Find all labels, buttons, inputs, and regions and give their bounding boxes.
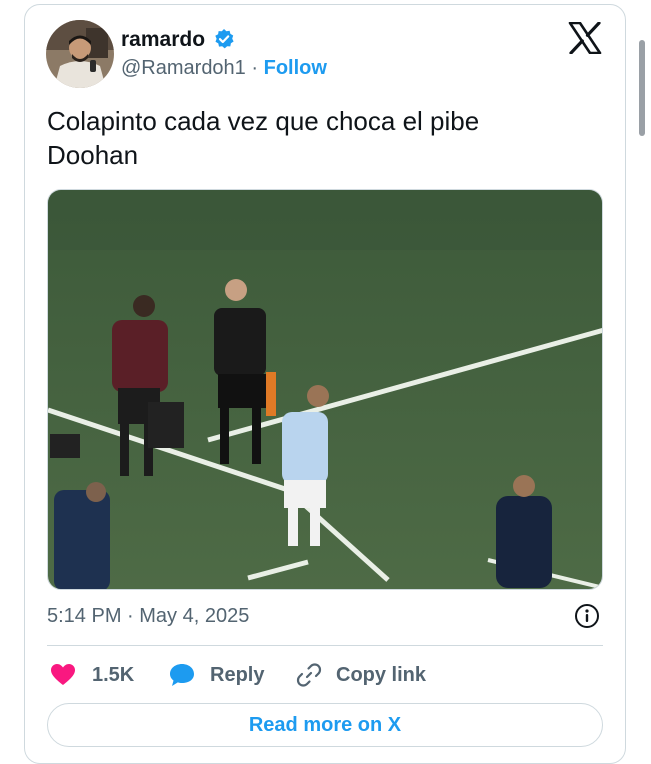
like-count: 1.5K (92, 663, 135, 686)
tweet-text-line: Doohan (47, 140, 139, 170)
author-handle[interactable]: @Ramardoh1 (121, 57, 246, 79)
x-logo-icon[interactable] (568, 22, 602, 54)
info-icon[interactable] (574, 603, 600, 629)
divider (47, 645, 603, 646)
speech-bubble-icon (170, 664, 194, 686)
avatar[interactable] (46, 20, 114, 88)
scrollbar[interactable] (639, 40, 645, 136)
reply-button[interactable]: Reply (168, 660, 264, 690)
like-button[interactable]: 1.5K (50, 660, 134, 690)
verified-badge-icon (215, 29, 234, 49)
tweet-timestamp[interactable]: 5:14 PM · May 4, 2025 (47, 604, 249, 628)
reply-label: Reply (210, 663, 265, 686)
link-icon (296, 663, 322, 687)
author-handle-line: @Ramardoh1 · Follow (121, 56, 327, 80)
tweet-text-line: Colapinto cada vez que choca el pibe (47, 106, 480, 136)
copy-link-button[interactable]: Copy link (296, 660, 426, 690)
follow-button[interactable]: Follow (264, 57, 327, 79)
heart-icon (51, 664, 75, 685)
copy-link-label: Copy link (336, 663, 427, 686)
read-more-button[interactable]: Read more on X (47, 703, 603, 747)
separator: · (251, 57, 259, 79)
tweet-text: Colapinto cada vez que choca el pibe Doo… (47, 104, 587, 172)
tweet-media-video[interactable] (47, 189, 603, 590)
author-name[interactable]: ramardo (121, 28, 205, 52)
